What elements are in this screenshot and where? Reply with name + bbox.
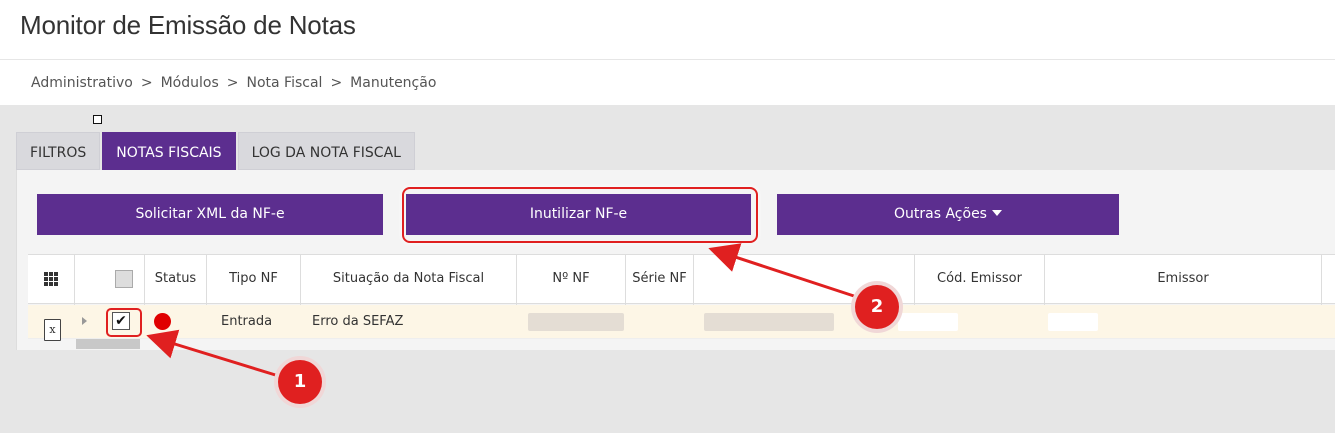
redacted-emissor xyxy=(1048,313,1098,331)
table-row[interactable]: ✔ Entrada Erro da SEFAZ xyxy=(28,305,1335,339)
tab-notas-fiscais[interactable]: NOTAS FISCAIS xyxy=(102,132,236,170)
col-numero-nf[interactable]: Nº NF xyxy=(517,255,626,305)
solicitar-xml-button[interactable]: Solicitar XML da NF-e xyxy=(37,194,383,235)
caret-down-icon xyxy=(991,210,1002,216)
breadcrumb-separator: > xyxy=(226,75,239,91)
redacted-cod-emissor xyxy=(898,313,958,331)
page-header: Monitor de Emissão de Notas xyxy=(0,0,1335,60)
breadcrumb-item-nota-fiscal[interactable]: Nota Fiscal xyxy=(246,75,322,91)
select-all-checkbox[interactable] xyxy=(115,270,133,288)
breadcrumb-item-administrativo[interactable]: Administrativo xyxy=(31,75,133,91)
app-root: Monitor de Emissão de Notas Administrati… xyxy=(0,0,1335,433)
page-title: Monitor de Emissão de Notas xyxy=(20,10,356,40)
col-tipo-nf[interactable]: Tipo NF xyxy=(207,255,301,305)
col-situacao[interactable]: Situação da Nota Fiscal xyxy=(301,255,517,305)
breadcrumb-item-modulos[interactable]: Módulos xyxy=(161,75,219,91)
breadcrumb-separator: > xyxy=(140,75,153,91)
breadcrumb: Administrativo > Módulos > Nota Fiscal >… xyxy=(31,75,436,91)
breadcrumb-bar: Administrativo > Módulos > Nota Fiscal >… xyxy=(0,60,1335,105)
collapse-toggle[interactable] xyxy=(93,115,102,124)
redacted-numero-nf xyxy=(528,313,624,331)
tab-bar: FILTROS NOTAS FISCAIS LOG DA NOTA FISCAL xyxy=(16,132,415,170)
tab-filtros[interactable]: FILTROS xyxy=(16,132,101,170)
grid-header: Status Tipo NF Situação da Nota Fiscal N… xyxy=(28,254,1335,305)
cell-situacao: Erro da SEFAZ xyxy=(312,314,404,329)
col-serie-nf[interactable]: Série NF xyxy=(626,255,694,305)
annotation-step-1: 1 xyxy=(278,360,322,404)
outras-acoes-button[interactable]: Outras Ações xyxy=(777,194,1119,235)
excel-export-icon[interactable]: x xyxy=(44,319,61,341)
breadcrumb-separator: > xyxy=(330,75,343,91)
breadcrumb-item-manutencao: Manutenção xyxy=(350,75,437,91)
col-status[interactable]: Status xyxy=(145,255,207,305)
redacted-serie-chave xyxy=(704,313,834,331)
tab-log-nota-fiscal[interactable]: LOG DA NOTA FISCAL xyxy=(237,132,415,170)
row-detail-bar xyxy=(76,339,140,349)
annotation-step-2: 2 xyxy=(855,285,899,329)
annotation-highlight-2 xyxy=(402,187,758,243)
col-emissor[interactable]: Emissor xyxy=(1045,255,1322,305)
col-cod-emissor[interactable]: Cód. Emissor xyxy=(915,255,1045,305)
select-all-cell xyxy=(75,255,145,305)
annotation-highlight-1 xyxy=(106,308,142,337)
grid-menu-cell[interactable] xyxy=(28,255,75,305)
cell-tipo-nf: Entrada xyxy=(221,314,273,329)
outras-acoes-label: Outras Ações xyxy=(894,206,987,222)
status-indicator xyxy=(154,313,171,330)
expand-row-icon[interactable] xyxy=(82,317,87,325)
grid-icon xyxy=(44,272,58,286)
